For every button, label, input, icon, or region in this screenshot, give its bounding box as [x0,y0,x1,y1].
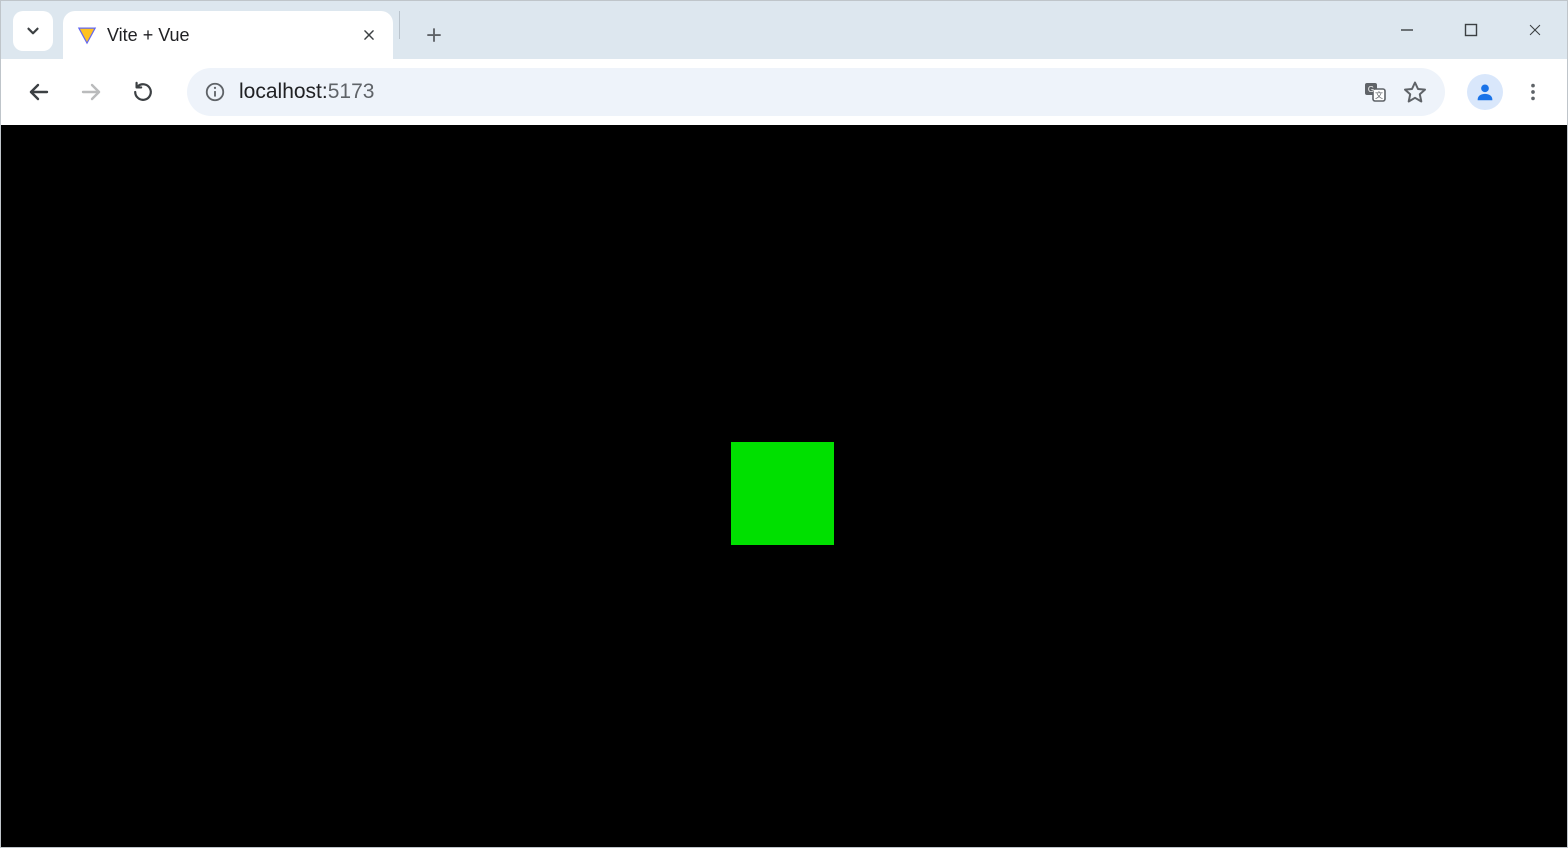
tab-title: Vite + Vue [107,25,359,46]
window-minimize-button[interactable] [1375,1,1439,59]
more-vertical-icon [1522,81,1544,103]
forward-button[interactable] [69,70,113,114]
bookmark-button[interactable] [1395,72,1435,112]
person-icon [1474,81,1496,103]
reload-icon [132,81,154,103]
translate-icon: G 文 [1363,80,1387,104]
tab-separator [399,11,400,39]
chrome-menu-button[interactable] [1511,70,1555,114]
info-icon [204,81,226,103]
tab-strip: Vite + Vue [1,1,1567,59]
minimize-icon [1399,22,1415,38]
svg-text:文: 文 [1375,90,1383,100]
close-icon [1527,22,1543,38]
translate-button[interactable]: G 文 [1355,72,1395,112]
vite-favicon-icon [77,25,97,45]
toolbar: localhost:5173 G 文 [1,59,1567,125]
maximize-icon [1464,23,1478,37]
tab-active[interactable]: Vite + Vue [63,11,393,59]
window-close-button[interactable] [1503,1,1567,59]
star-icon [1403,80,1427,104]
url-port: 5173 [328,80,375,103]
arrow-right-icon [79,80,103,104]
back-button[interactable] [17,70,61,114]
search-tabs-button[interactable] [13,11,53,51]
url-host: localhost: [239,80,328,103]
profile-button[interactable] [1467,74,1503,110]
window-controls [1375,1,1567,59]
page-viewport [1,125,1567,847]
svg-text:G: G [1368,85,1374,94]
site-info-button[interactable] [201,78,229,106]
url-text[interactable]: localhost:5173 [239,80,1355,104]
close-icon [362,28,376,42]
new-tab-button[interactable] [416,17,452,53]
green-square [731,442,834,545]
chevron-down-icon [24,22,42,40]
window-maximize-button[interactable] [1439,1,1503,59]
address-bar[interactable]: localhost:5173 G 文 [187,68,1445,116]
arrow-left-icon [27,80,51,104]
reload-button[interactable] [121,70,165,114]
plus-icon [425,26,443,44]
tab-close-button[interactable] [359,25,379,45]
